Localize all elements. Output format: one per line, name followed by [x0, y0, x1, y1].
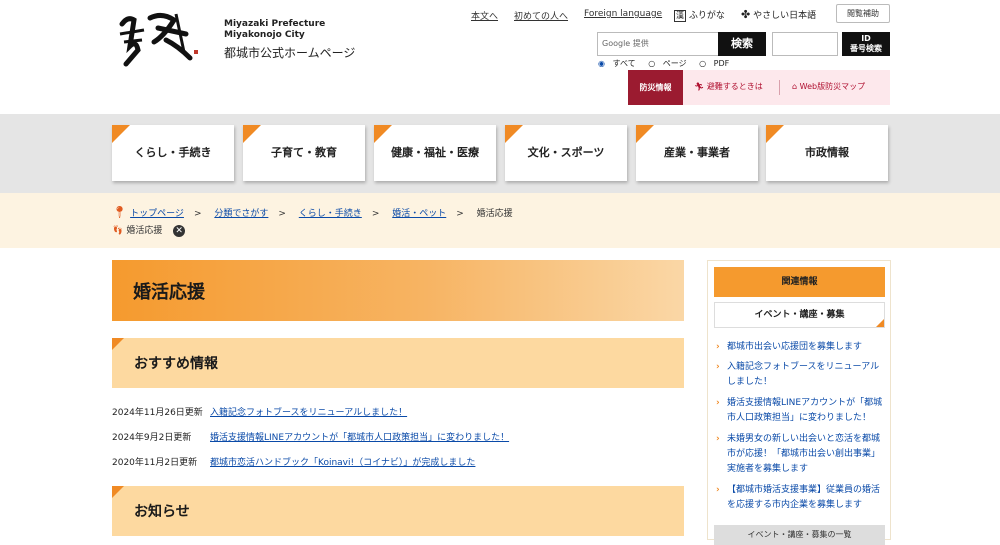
- furigana-icon: 漢: [674, 10, 686, 22]
- id-search-button[interactable]: ID 番号検索: [842, 32, 890, 56]
- chevron-right-icon: ›: [716, 434, 720, 444]
- scope-all-radio[interactable]: ◉ すべて: [598, 59, 641, 68]
- breadcrumb: 📍︎ トップページ > 分類でさがす > くらし・手続き > 婚活・ペット > 婚活応援: [112, 205, 513, 219]
- running-person-icon: 🏃︎: [694, 82, 705, 91]
- breadcrumb-current: 婚活応援: [476, 209, 513, 219]
- disaster-info-title[interactable]: 防災情報: [628, 70, 683, 105]
- disaster-map-link[interactable]: ⌂ Web版防災マップ: [792, 81, 865, 92]
- list-item: 2024年9月2日更新 婚活支援情報LINEアカウントが「都城市人口政策担当」に変…: [112, 430, 509, 443]
- scope-page-radio[interactable]: ○ ページ: [648, 59, 691, 68]
- breadcrumb-area: 📍︎ トップページ > 分類でさがす > くらし・手続き > 婚活・ペット > 婚活応援…: [0, 193, 1000, 248]
- recommend-heading: おすすめ情報: [112, 338, 684, 388]
- breadcrumb-link-category[interactable]: 分類でさがす: [214, 209, 268, 219]
- scope-all-label: すべて: [612, 59, 636, 68]
- chevron-right-icon: ›: [716, 342, 720, 352]
- sidebar-link: › 【都城市婚活支援事業】従業員の婚活を応援する市内企業を募集します: [716, 483, 886, 513]
- close-icon[interactable]: ✕: [173, 224, 186, 237]
- id-button-line2: 番号検索: [850, 44, 882, 53]
- first-time-link[interactable]: 初めての人へ: [514, 9, 568, 22]
- sidebar-link: › 婚活支援情報LINEアカウントが「都城市人口政策担当」に変わりました！: [716, 396, 886, 426]
- sidebar-link-text[interactable]: 【都城市婚活支援事業】従業員の婚活を応援する市内企業を募集します: [716, 483, 886, 513]
- search-button[interactable]: 検索: [718, 32, 766, 56]
- breadcrumb-link-top[interactable]: トップページ: [130, 209, 184, 219]
- nav-industry-business[interactable]: 産業・事業者: [636, 125, 758, 181]
- location-pin-icon: 📍︎: [112, 205, 128, 219]
- chevron-right-icon: ›: [716, 398, 720, 408]
- divider: [779, 80, 780, 95]
- sidebar-link-text[interactable]: 入籍記念フォトブースをリニューアルしました！: [716, 360, 886, 390]
- site-title: 都城市公式ホームページ: [224, 46, 356, 60]
- sidebar-link-text[interactable]: 都城市出会い応援団を募集します: [716, 340, 886, 355]
- breadcrumb-sep: >: [193, 209, 202, 219]
- recommend-link[interactable]: 婚活支援情報LINEアカウントが「都城市人口政策担当」に変わりました！: [210, 433, 509, 443]
- sidebar-link: › 都城市出会い応援団を募集します: [716, 340, 886, 355]
- furigana-toggle[interactable]: 漢 ふりがな: [674, 8, 725, 22]
- nav-living-procedures[interactable]: くらし・手続き: [112, 125, 234, 181]
- easy-japanese-label: やさしい日本語: [753, 11, 817, 21]
- city-name-en: Miyakonojo City: [224, 30, 305, 40]
- breadcrumb-link-living[interactable]: くらし・手続き: [299, 209, 362, 219]
- foreign-language-link[interactable]: Foreign language: [584, 9, 662, 19]
- sidebar-link-text[interactable]: 未婚男女の新しい出会いと恋活を都城市が応援！「都城市出会い創出事業」実施者を募集…: [716, 432, 886, 477]
- events-list-button[interactable]: イベント・講座・募集の一覧: [714, 525, 885, 545]
- scope-page-label: ページ: [662, 59, 687, 68]
- nav-culture-sports[interactable]: 文化・スポーツ: [505, 125, 627, 181]
- list-item: 2024年11月26日更新 入籍記念フォトブースをリニューアルしました！: [112, 405, 407, 418]
- id-button-line1: ID: [861, 34, 871, 43]
- search-scope-options: ◉ すべて ○ ページ ○ PDF: [598, 58, 739, 69]
- list-item: 2020年11月2日更新 都城市恋活ハンドブック「Koinavi!（コイナビ）」が…: [112, 455, 475, 468]
- easy-japanese-icon: ✤: [741, 8, 751, 21]
- easy-japanese-toggle[interactable]: ✤ やさしい日本語: [741, 8, 816, 21]
- breadcrumb-sep: >: [371, 209, 380, 219]
- furigana-label: ふりがな: [688, 11, 725, 21]
- breadcrumb-link-marriage-pet[interactable]: 婚活・ペット: [392, 209, 446, 219]
- breadcrumb-sep: >: [278, 209, 286, 219]
- update-date: 2020年11月2日更新: [112, 458, 198, 468]
- radio-unchecked-icon: ○: [648, 59, 656, 68]
- chevron-right-icon: ›: [716, 485, 720, 495]
- id-number-input[interactable]: [772, 32, 838, 56]
- recommend-link[interactable]: 入籍記念フォトブースをリニューアルしました！: [210, 408, 407, 418]
- sidebar-link: › 未婚男女の新しい出会いと恋活を都城市が応援！「都城市出会い創出事業」実施者を募…: [716, 432, 886, 477]
- browsing-assist-button[interactable]: 閲覧補助: [836, 4, 890, 23]
- scope-pdf-label: PDF: [713, 59, 730, 68]
- recommend-link[interactable]: 都城市恋活ハンドブック「Koinavi!（コイナビ）」が完成しました: [210, 458, 475, 468]
- evacuation-link[interactable]: 🏃︎ 避難するときは: [694, 81, 763, 92]
- global-nav: くらし・手続き 子育て・教育 健康・福祉・医療 文化・スポーツ 産業・事業者 市…: [0, 114, 1000, 193]
- footprints-icon: 👣︎: [112, 226, 124, 236]
- update-date: 2024年9月2日更新: [112, 433, 192, 443]
- update-date: 2024年11月26日更新: [112, 408, 203, 418]
- map-icon: ⌂: [792, 82, 798, 91]
- sidebar-link: › 入籍記念フォトブースをリニューアルしました！: [716, 360, 886, 390]
- chevron-right-icon: ›: [716, 362, 720, 372]
- events-subheading: イベント・講座・募集: [714, 302, 885, 328]
- disaster-info-bar: 防災情報 🏃︎ 避難するときは ⌂ Web版防災マップ: [628, 70, 890, 105]
- recent-page-label[interactable]: 婚活応援: [126, 226, 162, 236]
- nav-health-welfare[interactable]: 健康・福祉・医療: [374, 125, 496, 181]
- site-search-input[interactable]: Google 提供: [597, 32, 719, 56]
- news-heading: お知らせ: [112, 486, 684, 536]
- radio-checked-icon: ◉: [598, 59, 605, 68]
- related-info-heading: 関連情報: [714, 267, 885, 297]
- site-header: Miyazaki Prefecture Miyakonojo City 都城市公…: [0, 0, 1000, 114]
- nav-childcare-education[interactable]: 子育て・教育: [243, 125, 365, 181]
- disaster-map-label: Web版防災マップ: [799, 82, 866, 91]
- skip-to-content-link[interactable]: 本文へ: [471, 9, 498, 22]
- nav-city-admin[interactable]: 市政情報: [766, 125, 888, 181]
- breadcrumb-sep: >: [456, 209, 464, 219]
- scope-pdf-radio[interactable]: ○ PDF: [699, 59, 734, 68]
- recent-page-tag: 👣︎ 婚活応援 ✕: [112, 223, 186, 237]
- evacuation-label: 避難するときは: [706, 82, 763, 91]
- radio-unchecked-icon: ○: [699, 59, 707, 68]
- sidebar-link-text[interactable]: 婚活支援情報LINEアカウントが「都城市人口政策担当」に変わりました！: [716, 396, 886, 426]
- page-title: 婚活応援: [112, 260, 684, 321]
